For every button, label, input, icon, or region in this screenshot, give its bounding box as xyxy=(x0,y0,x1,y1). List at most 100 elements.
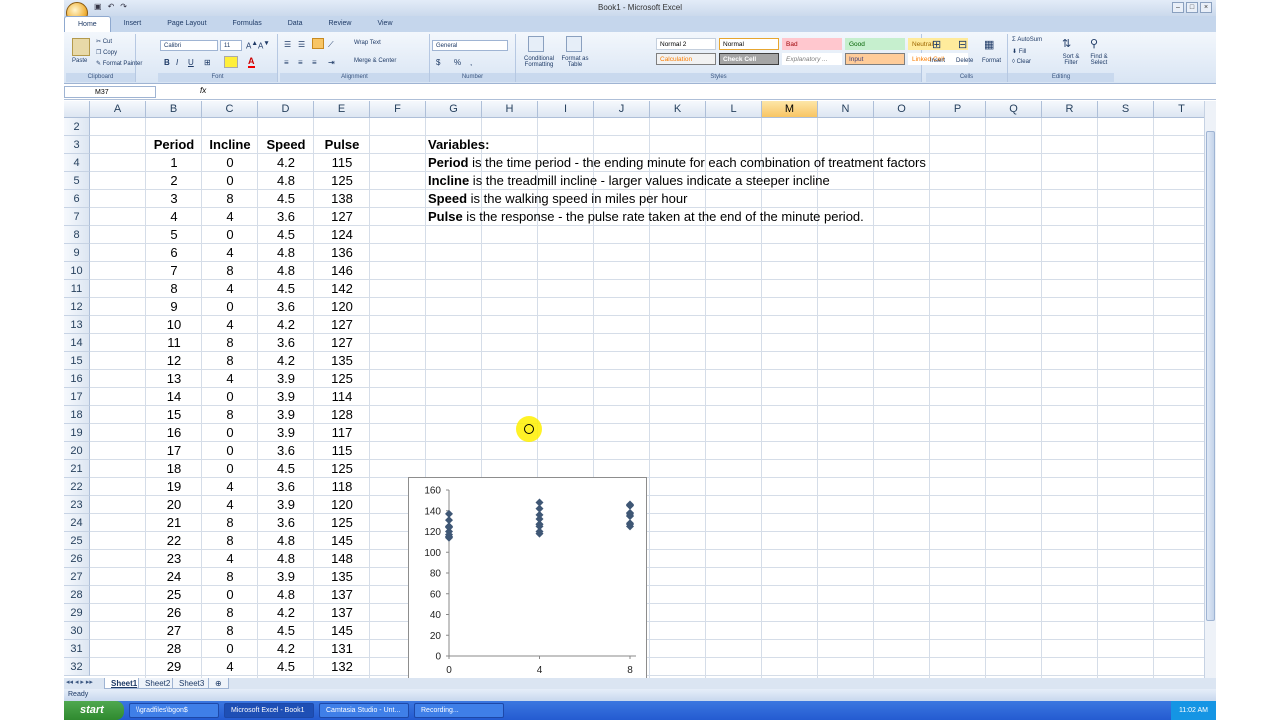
align-right-icon[interactable]: ≡ xyxy=(312,58,317,67)
table-cell[interactable]: 8 xyxy=(202,622,258,640)
save-icon[interactable]: ▣ xyxy=(94,2,102,11)
table-cell[interactable]: 4 xyxy=(202,496,258,514)
table-cell[interactable]: 4.5 xyxy=(258,280,314,298)
align-bottom-icon[interactable] xyxy=(312,38,324,49)
table-cell[interactable]: 21 xyxy=(146,514,202,532)
style-check-cell[interactable]: Check Cell xyxy=(719,53,779,65)
table-cell[interactable]: 3.9 xyxy=(258,568,314,586)
clear-button[interactable]: ◊ Clear xyxy=(1012,59,1031,65)
notes-line[interactable]: Incline is the treadmill incline - large… xyxy=(428,172,830,190)
style-input[interactable]: Input xyxy=(845,53,905,65)
table-cell[interactable]: 4 xyxy=(202,658,258,676)
table-cell[interactable]: 13 xyxy=(146,370,202,388)
column-header-k[interactable]: K xyxy=(650,101,706,118)
cut-button[interactable]: ✂ Cut xyxy=(96,38,112,45)
table-cell[interactable]: 0 xyxy=(202,298,258,316)
table-cell[interactable]: 22 xyxy=(146,532,202,550)
borders-icon[interactable]: ⊞ xyxy=(204,58,211,67)
table-cell[interactable]: 3.6 xyxy=(258,442,314,460)
grow-font-icon[interactable]: A▲A▼ xyxy=(246,40,270,51)
table-cell[interactable]: 125 xyxy=(314,514,370,532)
table-cell[interactable]: 3 xyxy=(146,190,202,208)
vertical-scrollbar[interactable] xyxy=(1204,101,1216,678)
table-cell[interactable]: 9 xyxy=(146,298,202,316)
find-select-button[interactable]: Find & Select xyxy=(1086,54,1112,66)
table-header-incline[interactable]: Incline xyxy=(202,136,258,154)
delete-cells-button[interactable]: Delete xyxy=(956,58,973,64)
align-middle-icon[interactable]: ☰ xyxy=(298,40,305,49)
column-header-t[interactable]: T xyxy=(1154,101,1204,118)
table-cell[interactable]: 15 xyxy=(146,406,202,424)
format-cells-button[interactable]: Format xyxy=(982,58,1001,64)
table-cell[interactable]: 0 xyxy=(202,172,258,190)
table-cell[interactable]: 1 xyxy=(146,154,202,172)
table-cell[interactable]: 26 xyxy=(146,604,202,622)
table-cell[interactable]: 8 xyxy=(202,334,258,352)
table-cell[interactable]: 20 xyxy=(146,496,202,514)
fill-button[interactable]: ⬇ Fill xyxy=(1012,48,1026,55)
row-header-6[interactable]: 6 xyxy=(64,190,90,208)
select-all-corner[interactable] xyxy=(64,101,90,118)
merge-center-button[interactable]: Merge & Center xyxy=(354,58,396,64)
table-cell[interactable]: 27 xyxy=(146,622,202,640)
row-header-17[interactable]: 17 xyxy=(64,388,90,406)
table-cell[interactable]: 132 xyxy=(314,658,370,676)
table-cell[interactable]: 2 xyxy=(146,172,202,190)
table-cell[interactable]: 4 xyxy=(202,550,258,568)
column-header-d[interactable]: D xyxy=(258,101,314,118)
binoculars-icon[interactable]: ⚲ xyxy=(1090,37,1098,50)
scroll-thumb[interactable] xyxy=(1206,131,1215,621)
table-cell[interactable]: 0 xyxy=(202,226,258,244)
insert-cells-icon[interactable]: ⊞ xyxy=(932,38,941,51)
notes-line[interactable]: Period is the time period - the ending m… xyxy=(428,154,926,172)
format-cells-icon[interactable]: ▦ xyxy=(984,38,994,51)
table-cell[interactable]: 124 xyxy=(314,226,370,244)
row-header-28[interactable]: 28 xyxy=(64,586,90,604)
table-cell[interactable]: 0 xyxy=(202,640,258,658)
row-header-31[interactable]: 31 xyxy=(64,640,90,658)
table-cell[interactable]: 4.5 xyxy=(258,226,314,244)
table-cell[interactable]: 4.8 xyxy=(258,172,314,190)
table-cell[interactable]: 125 xyxy=(314,370,370,388)
column-header-n[interactable]: N xyxy=(818,101,874,118)
row-header-10[interactable]: 10 xyxy=(64,262,90,280)
sheet-tab-sheet3[interactable]: Sheet3 xyxy=(172,678,212,689)
table-cell[interactable]: 24 xyxy=(146,568,202,586)
table-cell[interactable]: 4.2 xyxy=(258,352,314,370)
undo-icon[interactable]: ↶ xyxy=(108,2,115,11)
table-cell[interactable]: 117 xyxy=(314,424,370,442)
table-cell[interactable]: 8 xyxy=(202,514,258,532)
bold-button[interactable]: B xyxy=(164,58,170,67)
style-calculation[interactable]: Calculation xyxy=(656,53,716,65)
row-header-19[interactable]: 19 xyxy=(64,424,90,442)
taskbar-item[interactable]: Camtasia Studio - Unt... xyxy=(319,703,409,718)
table-cell[interactable]: 4 xyxy=(202,208,258,226)
table-cell[interactable]: 4.2 xyxy=(258,154,314,172)
table-cell[interactable]: 25 xyxy=(146,586,202,604)
notes-title[interactable]: Variables: xyxy=(428,136,489,154)
table-cell[interactable]: 3.9 xyxy=(258,496,314,514)
table-cell[interactable]: 16 xyxy=(146,424,202,442)
table-cell[interactable]: 4.8 xyxy=(258,262,314,280)
function-icon[interactable]: fx xyxy=(200,86,206,95)
row-header-21[interactable]: 21 xyxy=(64,460,90,478)
tab-insert[interactable]: Insert xyxy=(111,16,155,32)
table-cell[interactable]: 125 xyxy=(314,460,370,478)
row-header-25[interactable]: 25 xyxy=(64,532,90,550)
column-header-c[interactable]: C xyxy=(202,101,258,118)
number-format-select[interactable]: General xyxy=(432,40,508,51)
format-painter-button[interactable]: ✎ Format Painter xyxy=(96,60,142,67)
row-header-11[interactable]: 11 xyxy=(64,280,90,298)
style-explanatory[interactable]: Explanatory ... xyxy=(782,53,842,65)
table-cell[interactable]: 137 xyxy=(314,604,370,622)
table-cell[interactable]: 4.5 xyxy=(258,622,314,640)
table-cell[interactable]: 8 xyxy=(202,568,258,586)
table-cell[interactable]: 19 xyxy=(146,478,202,496)
row-header-29[interactable]: 29 xyxy=(64,604,90,622)
table-cell[interactable]: 6 xyxy=(146,244,202,262)
copy-button[interactable]: ❐ Copy xyxy=(96,49,117,56)
row-header-23[interactable]: 23 xyxy=(64,496,90,514)
table-cell[interactable]: 3.6 xyxy=(258,514,314,532)
column-header-h[interactable]: H xyxy=(482,101,538,118)
column-header-l[interactable]: L xyxy=(706,101,762,118)
